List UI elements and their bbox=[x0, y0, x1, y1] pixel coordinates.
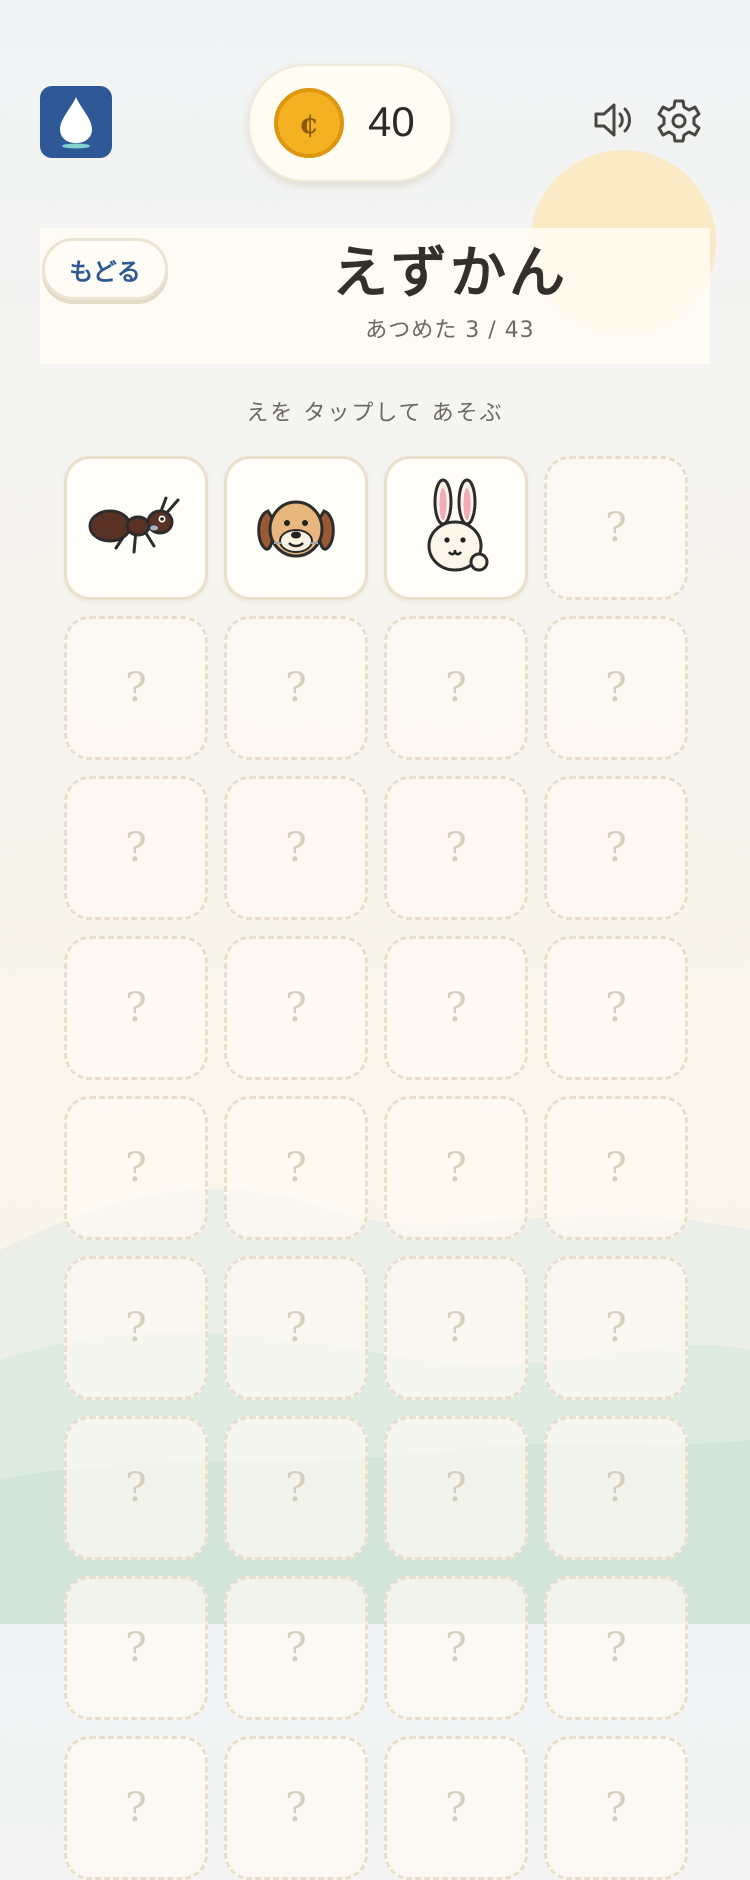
collection-grid: ? ? ? ? ? ? ? ? ? ? ? ? ? ? ? ? ? ? ? ? … bbox=[64, 456, 688, 1880]
question-mark-icon: ? bbox=[125, 825, 147, 871]
coin-count: 40 bbox=[368, 98, 415, 145]
dog-icon bbox=[257, 500, 335, 558]
collection-card-locked: ? bbox=[224, 1736, 368, 1880]
collection-card-locked: ? bbox=[224, 1416, 368, 1560]
collection-card-locked: ? bbox=[384, 1736, 528, 1880]
question-mark-icon: ? bbox=[285, 985, 307, 1031]
page-title: えずかん bbox=[332, 241, 568, 306]
question-mark-icon: ? bbox=[285, 665, 307, 711]
question-mark-icon: ? bbox=[125, 985, 147, 1031]
collection-card-locked: ? bbox=[544, 1096, 688, 1240]
collection-card-rabbit[interactable] bbox=[384, 456, 528, 600]
question-mark-icon: ? bbox=[445, 985, 467, 1031]
app-icon[interactable] bbox=[40, 86, 112, 158]
collection-card-locked: ? bbox=[384, 616, 528, 760]
collection-card-locked: ? bbox=[64, 1416, 208, 1560]
collection-card-locked: ? bbox=[384, 936, 528, 1080]
question-mark-icon: ? bbox=[605, 1785, 627, 1831]
collection-card-locked: ? bbox=[64, 1096, 208, 1240]
coin-symbol: ¢ bbox=[299, 106, 319, 140]
gear-icon bbox=[657, 99, 701, 143]
collection-card-locked: ? bbox=[544, 1256, 688, 1400]
settings-button[interactable] bbox=[656, 98, 702, 144]
question-mark-icon: ? bbox=[445, 1305, 467, 1351]
speaker-icon bbox=[594, 103, 631, 137]
question-mark-icon: ? bbox=[125, 1785, 147, 1831]
question-mark-icon: ? bbox=[445, 1145, 467, 1191]
water-drop-icon bbox=[60, 97, 92, 149]
ant-icon bbox=[88, 496, 180, 554]
question-mark-icon: ? bbox=[285, 1625, 307, 1671]
collected-count: あつめた 3 / 43 bbox=[365, 318, 535, 343]
question-mark-icon: ? bbox=[125, 1145, 147, 1191]
collection-card-locked: ? bbox=[384, 1576, 528, 1720]
collection-card-locked: ? bbox=[544, 936, 688, 1080]
question-mark-icon: ? bbox=[285, 1145, 307, 1191]
collection-card-locked: ? bbox=[224, 1256, 368, 1400]
sound-button[interactable] bbox=[590, 96, 638, 144]
coin-icon: ¢ bbox=[274, 88, 344, 158]
collection-card-dog[interactable] bbox=[224, 456, 368, 600]
question-mark-icon: ? bbox=[605, 985, 627, 1031]
collection-card-locked: ? bbox=[224, 1576, 368, 1720]
question-mark-icon: ? bbox=[125, 1305, 147, 1351]
collection-card-locked: ? bbox=[544, 776, 688, 920]
collection-card-locked: ? bbox=[64, 936, 208, 1080]
collection-card-locked: ? bbox=[384, 1416, 528, 1560]
collection-card-locked: ? bbox=[544, 1416, 688, 1560]
collection-card-locked: ? bbox=[544, 1736, 688, 1880]
collection-card-locked: ? bbox=[64, 1576, 208, 1720]
question-mark-icon: ? bbox=[285, 1305, 307, 1351]
collection-card-locked: ? bbox=[544, 456, 688, 600]
question-mark-icon: ? bbox=[125, 1465, 147, 1511]
question-mark-icon: ? bbox=[125, 665, 147, 711]
question-mark-icon: ? bbox=[605, 665, 627, 711]
collection-card-locked: ? bbox=[384, 776, 528, 920]
question-mark-icon: ? bbox=[605, 505, 627, 551]
collection-card-locked: ? bbox=[224, 936, 368, 1080]
collection-card-ant[interactable] bbox=[64, 456, 208, 600]
question-mark-icon: ? bbox=[605, 1465, 627, 1511]
collection-card-locked: ? bbox=[224, 776, 368, 920]
collection-card-locked: ? bbox=[224, 616, 368, 760]
collection-card-locked: ? bbox=[64, 616, 208, 760]
collection-card-locked: ? bbox=[544, 616, 688, 760]
collection-card-locked: ? bbox=[64, 1736, 208, 1880]
instruction-hint: えを タップして あそぶ bbox=[246, 401, 504, 426]
question-mark-icon: ? bbox=[125, 1625, 147, 1671]
collection-card-locked: ? bbox=[64, 1256, 208, 1400]
collection-card-locked: ? bbox=[384, 1096, 528, 1240]
question-mark-icon: ? bbox=[285, 1785, 307, 1831]
question-mark-icon: ? bbox=[605, 1625, 627, 1671]
question-mark-icon: ? bbox=[445, 825, 467, 871]
question-mark-icon: ? bbox=[605, 1145, 627, 1191]
question-mark-icon: ? bbox=[445, 1465, 467, 1511]
question-mark-icon: ? bbox=[445, 1625, 467, 1671]
question-mark-icon: ? bbox=[605, 825, 627, 871]
question-mark-icon: ? bbox=[445, 1785, 467, 1831]
question-mark-icon: ? bbox=[445, 665, 467, 711]
question-mark-icon: ? bbox=[605, 1305, 627, 1351]
collection-card-locked: ? bbox=[544, 1576, 688, 1720]
question-mark-icon: ? bbox=[285, 1465, 307, 1511]
rabbit-icon bbox=[427, 478, 489, 572]
collection-card-locked: ? bbox=[224, 1096, 368, 1240]
collection-card-locked: ? bbox=[384, 1256, 528, 1400]
question-mark-icon: ? bbox=[285, 825, 307, 871]
back-button[interactable]: もどる bbox=[42, 238, 168, 300]
collection-card-locked: ? bbox=[64, 776, 208, 920]
coin-counter: ¢ 40 bbox=[248, 64, 452, 182]
